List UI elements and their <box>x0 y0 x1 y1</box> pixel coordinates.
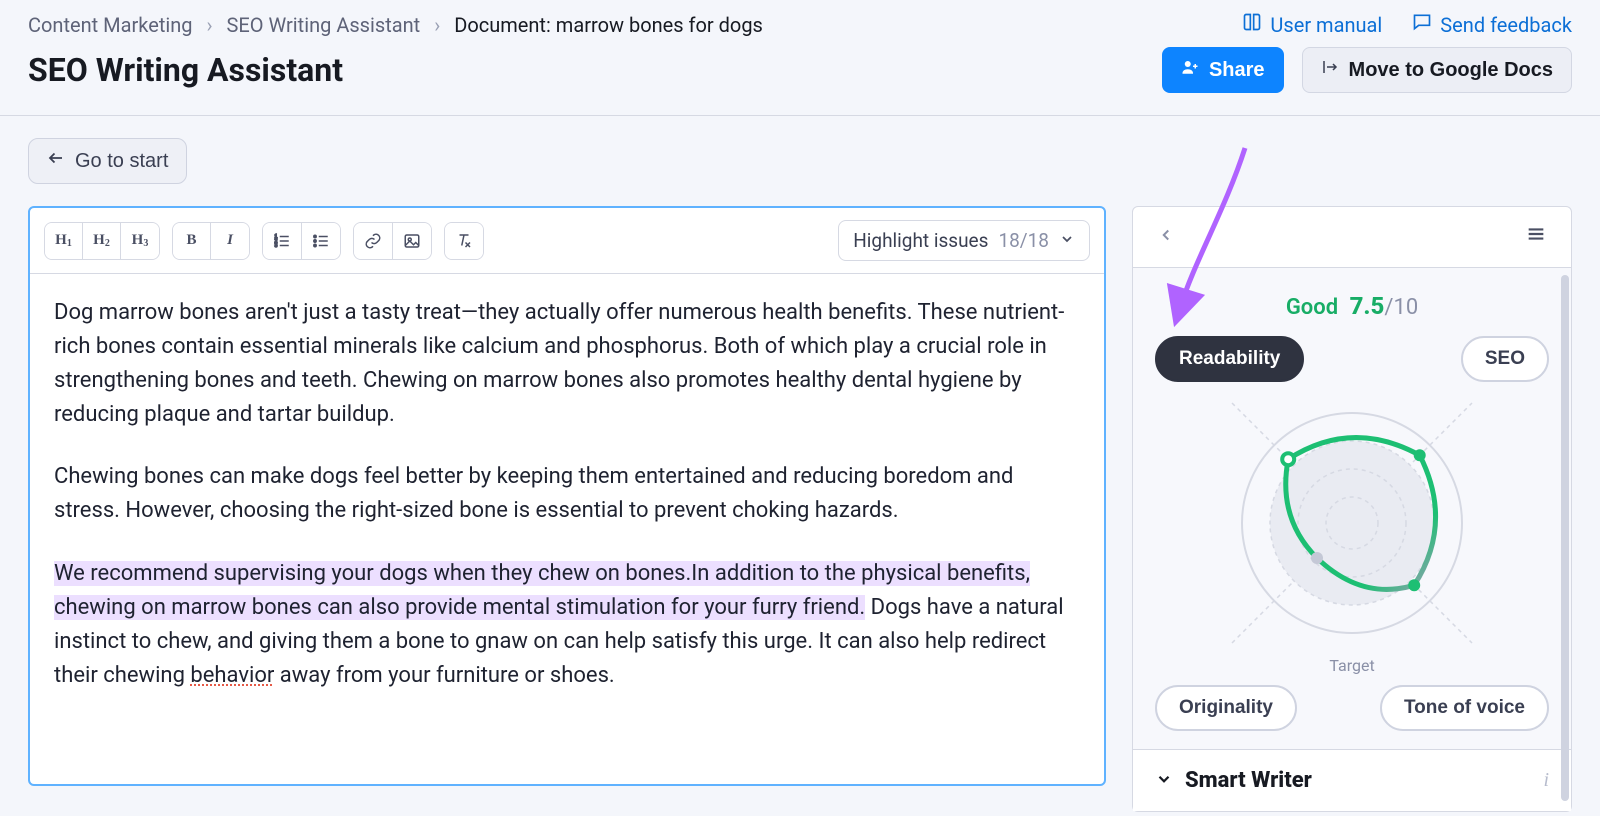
chip-tone-of-voice[interactable]: Tone of voice <box>1380 685 1549 731</box>
link-button[interactable] <box>354 223 393 259</box>
info-icon[interactable]: i <box>1543 769 1549 792</box>
editor-panel: H1 H2 H3 B I 123 <box>28 206 1106 786</box>
heading3-button[interactable]: H3 <box>121 223 159 259</box>
heading1-button[interactable]: H1 <box>45 223 83 259</box>
panel-menu-button[interactable] <box>1517 219 1555 255</box>
breadcrumb-current: Document: marrow bones for dogs <box>454 13 763 37</box>
bold-button[interactable]: B <box>173 223 211 259</box>
editor-toolbar: H1 H2 H3 B I 123 <box>30 208 1104 274</box>
breadcrumb-tool[interactable]: SEO Writing Assistant <box>227 13 421 37</box>
ordered-list-button[interactable]: 123 <box>263 223 302 259</box>
scrollbar[interactable] <box>1561 275 1569 801</box>
ordered-list-icon: 123 <box>273 232 291 250</box>
panel-back-button[interactable] <box>1149 220 1183 254</box>
hamburger-icon <box>1525 225 1547 250</box>
chip-seo[interactable]: SEO <box>1461 336 1549 382</box>
share-button[interactable]: Share <box>1162 47 1284 93</box>
paragraph[interactable]: We recommend supervising your dogs when … <box>54 557 1080 693</box>
breadcrumb-root[interactable]: Content Marketing <box>28 13 193 37</box>
book-icon <box>1242 12 1262 37</box>
chip-originality[interactable]: Originality <box>1155 685 1297 731</box>
chat-icon <box>1412 12 1432 37</box>
clear-formatting-button[interactable] <box>445 223 483 259</box>
chip-readability[interactable]: Readability <box>1155 336 1304 382</box>
link-icon <box>364 232 382 250</box>
arrow-left-icon <box>47 149 65 173</box>
go-to-start-button[interactable]: Go to start <box>28 138 187 184</box>
person-plus-icon <box>1181 58 1199 82</box>
spellcheck-word[interactable]: behavior <box>190 663 274 688</box>
clear-format-icon <box>455 232 473 250</box>
image-icon <box>403 232 421 250</box>
paragraph[interactable]: Dog marrow bones aren't just a tasty tre… <box>54 296 1080 432</box>
chevron-down-icon <box>1155 770 1173 792</box>
svg-text:3: 3 <box>275 243 278 249</box>
breadcrumb: Content Marketing › SEO Writing Assistan… <box>28 13 763 37</box>
chevron-left-icon <box>1157 224 1175 249</box>
move-to-google-docs-button[interactable]: Move to Google Docs <box>1302 47 1572 93</box>
chevron-down-icon <box>1059 229 1075 252</box>
send-feedback-link[interactable]: Send feedback <box>1412 12 1572 37</box>
paragraph[interactable]: Chewing bones can make dogs feel better … <box>54 460 1080 528</box>
radar-target-label: Target <box>1155 656 1549 675</box>
chevron-right-icon: › <box>207 13 213 37</box>
editor-content[interactable]: Dog marrow bones aren't just a tasty tre… <box>30 274 1104 743</box>
analysis-panel: Good 7.5/10 Readability SEO <box>1132 206 1572 812</box>
page-title: SEO Writing Assistant <box>28 51 343 89</box>
user-manual-link[interactable]: User manual <box>1242 12 1382 37</box>
heading2-button[interactable]: H2 <box>83 223 121 259</box>
export-icon <box>1321 58 1339 82</box>
radar-chart <box>1155 388 1549 658</box>
unordered-list-icon <box>312 232 330 250</box>
unordered-list-button[interactable] <box>302 223 340 259</box>
image-button[interactable] <box>393 223 431 259</box>
highlight-issues-dropdown[interactable]: Highlight issues 18/18 <box>838 220 1090 261</box>
smart-writer-section[interactable]: Smart Writer i <box>1133 749 1571 811</box>
italic-button[interactable]: I <box>211 223 249 259</box>
chevron-right-icon: › <box>434 13 440 37</box>
overall-score: Good 7.5/10 <box>1155 292 1549 320</box>
